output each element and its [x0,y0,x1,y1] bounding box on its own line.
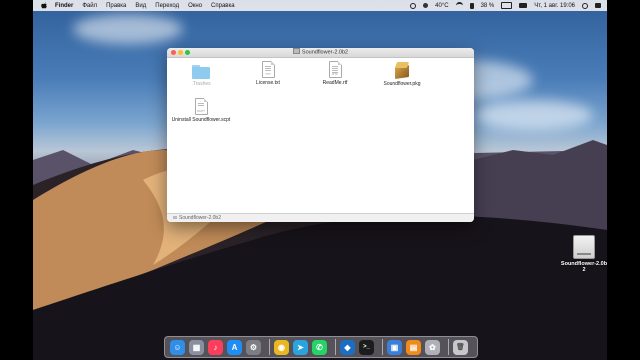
finder-window: Soundflower-2.0b2 .Trashes TXT License.t… [167,48,474,222]
menu-go[interactable]: Переход [155,3,179,9]
file-label: .Trashes [191,81,211,87]
system-preferences-icon[interactable]: ⚙ [246,339,261,355]
books-icon[interactable]: ▤ [406,339,421,355]
file-ext: RTF [332,72,338,76]
status-menu-area: 40°C 38 % Чт, 1 авг. 19:06 [403,1,601,10]
window-title-text: Soundflower-2.0b2 [301,49,349,56]
launchpad-icon[interactable]: ▦ [189,339,204,355]
rtf-document-icon: RTF [328,61,342,78]
wifi-icon[interactable] [455,1,463,10]
text-document-icon: TXT [261,61,275,78]
file-license[interactable]: TXT License.txt [238,61,298,86]
dock-separator [448,339,449,355]
file-soundflower-pkg[interactable]: Soundflower.pkg [372,61,432,87]
menu-bar: Finder Файл Правка Вид Переход Окно Спра… [33,0,607,11]
file-label: Uninstall Soundflower.scpt [171,117,231,123]
temperature-icon [423,3,429,8]
photos-icon[interactable]: ✿ [425,339,440,355]
apple-icon[interactable] [41,2,47,9]
desktop-disk-label: Soundflower-2.0b 2 [560,261,608,273]
file-ext: TXT [265,72,271,76]
telegram-icon[interactable]: ➤ [293,339,308,355]
temperature-value[interactable]: 40°C [435,3,448,9]
battery-icon[interactable] [501,2,513,9]
path-bar[interactable]: Soundflower-2.0b2 [167,213,474,222]
letterbox-right [607,0,640,360]
folder-icon [192,65,210,79]
chrome-icon[interactable]: ◉ [274,339,289,355]
file-uninstall-script[interactable]: SCPT Uninstall Soundflower.scpt [171,98,231,123]
path-bar-text: Soundflower-2.0b2 [179,215,221,221]
menu-edit[interactable]: Правка [106,3,126,9]
menu-window[interactable]: Окно [188,3,202,9]
app-store-icon[interactable]: A [227,339,242,355]
dock-separator [382,339,383,355]
external-disk-icon [573,235,595,259]
terminal-icon[interactable]: >_ [359,339,374,355]
letterbox-left [0,0,33,360]
file-label: ReadMe.rtf [322,80,348,86]
desktop-disk-label-line2: 2 [582,267,586,273]
clock[interactable]: Чт, 1 авг. 19:06 [534,3,575,9]
file-ext: SCPT [196,109,205,113]
menu-help[interactable]: Справка [211,3,235,9]
music-icon[interactable]: ♪ [208,339,223,355]
desktop-disk-soundflower[interactable]: Soundflower-2.0b 2 [560,235,608,273]
control-center-icon[interactable] [595,3,601,8]
finder-icon[interactable]: ☺ [170,339,185,355]
file-grid: .Trashes TXT License.txt RTF ReadMe.rtf … [167,58,474,214]
menu-file[interactable]: Файл [82,3,97,9]
file-readme[interactable]: RTF ReadMe.rtf [305,61,365,86]
window-titlebar[interactable]: Soundflower-2.0b2 [167,48,474,58]
volume-icon[interactable] [469,2,474,9]
dock-separator [335,339,336,355]
whatsapp-icon[interactable]: ✆ [312,339,327,355]
disk-icon [292,48,300,54]
record-icon[interactable] [410,2,417,9]
dock-separator [269,339,270,355]
spotlight-search-icon[interactable] [582,2,588,9]
window-title: Soundflower-2.0b2 [167,48,474,58]
battery-percent[interactable]: 38 % [481,3,495,9]
package-icon [393,61,411,79]
disk-icon [173,216,177,219]
screen: Finder Файл Правка Вид Переход Окно Спра… [0,0,640,360]
vscode-icon[interactable]: ◆ [340,339,355,355]
dock: ☺ ▦ ♪ A ⚙ ◉ ➤ ✆ ◆ >_ ▣ ▤ ✿ 🗑 [164,336,478,358]
menu-finder[interactable]: Finder [55,3,73,9]
flag-icon[interactable] [519,3,528,8]
file-label: License.txt [256,80,280,86]
menu-view[interactable]: Вид [135,3,146,9]
script-document-icon: SCPT [194,98,208,115]
file-label: Soundflower.pkg [383,81,421,87]
preview-icon[interactable]: ▣ [387,339,402,355]
file-trashes[interactable]: .Trashes [171,62,231,87]
trash-icon[interactable]: 🗑 [453,339,468,355]
